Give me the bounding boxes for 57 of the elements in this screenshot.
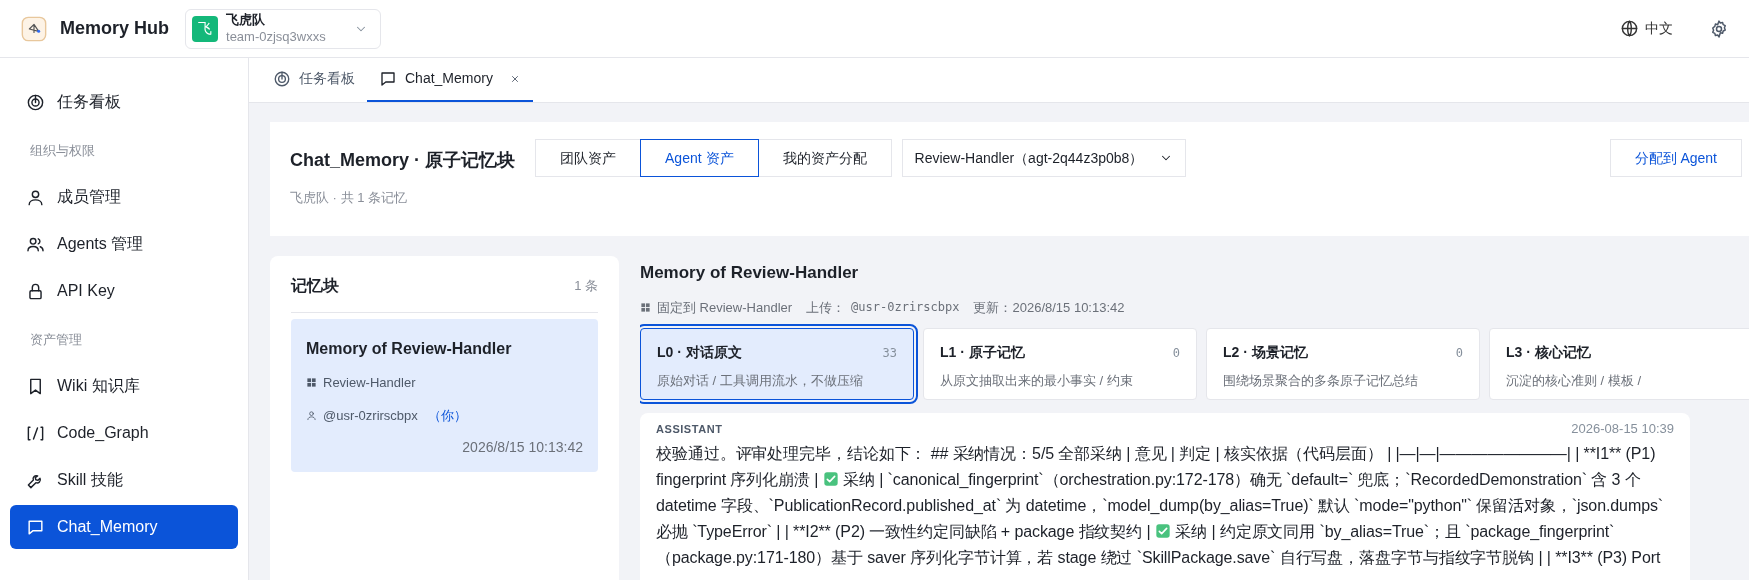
team-avatar: 飞 [192, 15, 218, 42]
team-selector[interactable]: 飞 飞虎队 team-0zjsq3wxxs [185, 8, 381, 49]
pinned-agent: 固定到 Review-Handler [657, 298, 793, 317]
uploader-name: @usr-0zrirscbpx [323, 406, 418, 425]
memory-count: 1 条 [574, 277, 598, 296]
section-label: 资产管理 [29, 331, 83, 350]
code-icon [26, 423, 45, 443]
panel-title: 记忆块 [291, 276, 339, 296]
level-card[interactable]: L2 · 场景记忆 0 围绕场景聚合的多条原子记忆总结 [1206, 328, 1480, 400]
assign-button[interactable]: 分配到 Agent [1609, 139, 1742, 177]
tab[interactable]: 任务看板 [261, 57, 367, 102]
section-label: 组织与权限 [29, 142, 96, 161]
settings-icon[interactable] [1709, 18, 1729, 39]
uploader-id: @usr-0zrirscbpx [851, 299, 960, 317]
sidebar-item[interactable]: 成员管理 [10, 175, 238, 219]
you-tag: （你） [427, 405, 467, 425]
detail-title: Memory of Review-Handler [640, 262, 860, 284]
check-icon [1154, 522, 1171, 539]
sidebar-item[interactable]: 任务看板 [10, 80, 238, 124]
upload-label: 上传： [806, 298, 846, 317]
team-name: 飞虎队 [226, 12, 266, 29]
level-card[interactable]: L1 · 原子记忆 0 从原文抽取出来的最小事实 / 约束 [923, 328, 1197, 400]
message-text: 校验通过。评审处理完毕，结论如下： ## 采纳情况：5/5 全部采纳 | 意见 | 判定 | 核实依据（代码层面） | |—|—|————————| | **I1** (P1) fingerprint 序列化崩溃 | 采纳 | `canonical_fingerprint`（orchestration.py:172-178）确无 `default=` 兜底；`RecordedDemonstration` 含 3 个 datetime 字段、`PublicationRecord.published_at` 为 datetime，`model_dump(by_alias=True)` 默认 `mode="python"` 保留活对象，`json.dumps` 必抛 `TypeError` | | **I2** (P2) 一致性约定同缺陷 + package 指纹契约 | 采纳 | 约定原文同用 `by_alias=True`；且 `package_fingerprint`（package.py:171-180）基于 saver 序列化字节计算，若 stage 绕过 `SkillPackage.save` 自行写盘，落盘字节与指纹字节脱钩 | | **I3** (P3) Port [656, 443, 1665, 568]
sidebar-item[interactable]: Wiki 知识库 [10, 364, 238, 408]
updated-time: 更新：2026/8/15 10:13:42 [973, 298, 1125, 317]
gauge-icon [273, 69, 291, 88]
user-icon [306, 409, 317, 421]
page-title: Chat_Memory · 原子记忆块 [290, 149, 516, 172]
gauge-icon [26, 92, 45, 112]
sidebar-item[interactable]: Skill 技能 [10, 458, 238, 502]
memory-time: 2026/8/15 10:13:42 [462, 438, 583, 457]
check-icon [822, 470, 839, 487]
user-icon [26, 187, 45, 207]
page-subtitle: 飞虎队 · 共 1 条记忆 [290, 189, 408, 207]
scope-tab[interactable]: Agent 资产 [640, 139, 759, 177]
message-role: ASSISTANT [656, 421, 723, 437]
sidebar-item[interactable]: Agents 管理 [10, 222, 238, 266]
sidebar-item[interactable]: API Key [10, 269, 238, 313]
memory-title: Memory of Review-Handler [306, 339, 513, 359]
app-title: Memory Hub [60, 17, 169, 40]
team-id: team-0zjsq3wxxs [226, 28, 326, 45]
logo-icon [20, 14, 48, 43]
memory-item[interactable]: Memory of Review-Handler Review-Handler @usr-0zrirscbpx （你） 2026/8/15 10:13:42 [291, 319, 598, 472]
scope-tab[interactable]: 我的资产分配 [757, 139, 892, 177]
scope-tab[interactable]: 团队资产 [535, 139, 642, 177]
chat-icon [379, 69, 397, 88]
chat-icon [26, 517, 45, 537]
message-time: 2026-08-15 10:39 [1571, 420, 1674, 438]
tab[interactable]: Chat_Memory [367, 57, 533, 102]
sidebar-item[interactable]: Code_Graph [10, 411, 238, 455]
sidebar-item[interactable]: Chat_Memory [10, 505, 238, 549]
globe-icon [1620, 19, 1639, 38]
lock-icon [26, 281, 45, 301]
level-card[interactable]: L3 · 核心记忆 沉淀的核心准则 / 模板 / [1489, 328, 1749, 400]
agent-name: Review-Handler [323, 374, 416, 392]
agent-select[interactable]: Review-Handler（agt-2q44z3p0b8） [901, 139, 1187, 177]
language-button[interactable]: 中文 [1620, 18, 1673, 39]
